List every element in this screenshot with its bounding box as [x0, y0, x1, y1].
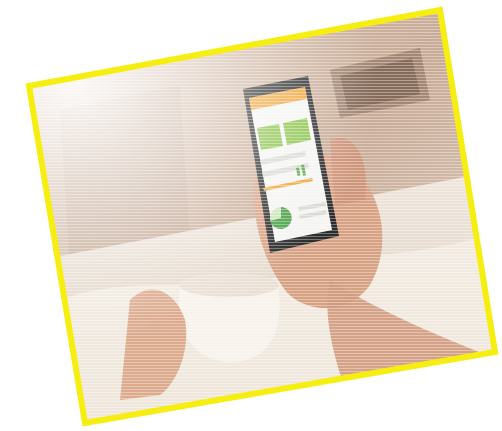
- tilted-photo: [25, 6, 499, 427]
- photo-stage: [0, 0, 502, 427]
